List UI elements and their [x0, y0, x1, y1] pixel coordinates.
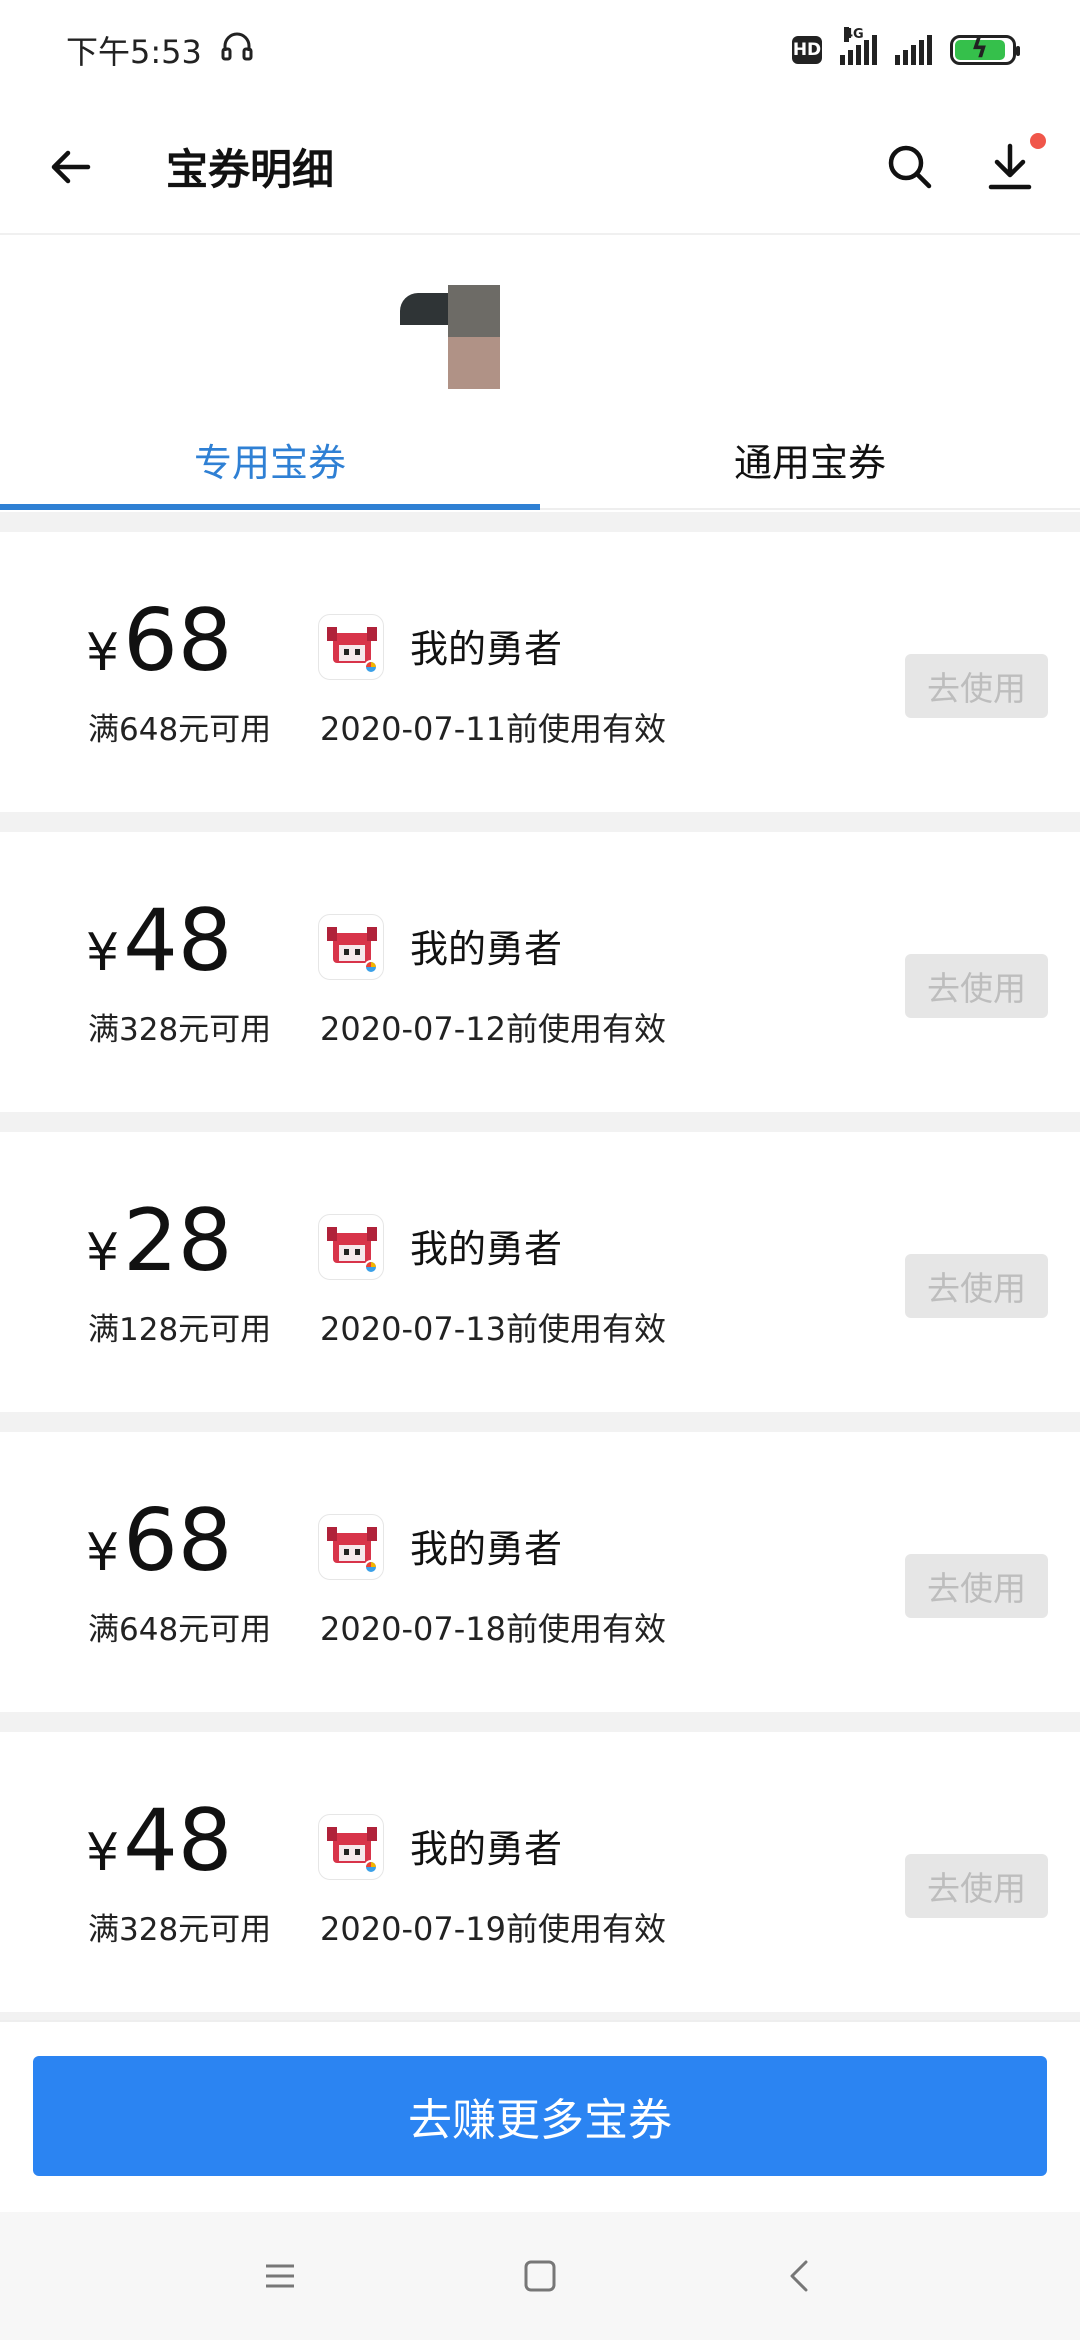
- game-app-icon: [318, 1214, 384, 1280]
- game-name: 我的勇者: [410, 1527, 563, 1571]
- currency-symbol: ¥: [86, 1823, 120, 1883]
- currency-symbol: ¥: [86, 923, 120, 983]
- amount-value: 48: [123, 1791, 233, 1891]
- coupon-card: ¥ 48 满328元可用 我的勇者 2020-07-12前使用有效 去使用: [0, 832, 1080, 1112]
- use-coupon-button[interactable]: 去使用: [905, 654, 1048, 718]
- user-avatar: [400, 285, 500, 390]
- nav-back-button[interactable]: [770, 2246, 830, 2306]
- game-name: 我的勇者: [410, 927, 563, 971]
- coupon-condition: 满648元可用: [88, 712, 272, 748]
- game-app-icon: [318, 1814, 384, 1880]
- coupon-tabs: 专用宝券 通用宝券: [0, 410, 1080, 510]
- coupon-validity: 2020-07-18前使用有效: [320, 1610, 666, 1648]
- bottom-action-area: 去赚更多宝券: [0, 2020, 1080, 2212]
- coupon-condition: 满648元可用: [88, 1612, 272, 1648]
- notification-dot: [1030, 132, 1046, 149]
- coupon-condition: 满328元可用: [88, 1012, 272, 1048]
- game-name: 我的勇者: [410, 627, 563, 671]
- status-bar: 下午5:53 HD 4G ϟ: [0, 0, 1080, 100]
- arrow-left-icon: [51, 150, 91, 183]
- game-app-icon: [318, 914, 384, 980]
- tab-dedicated-coupons[interactable]: 专用宝券: [0, 410, 540, 510]
- use-coupon-button[interactable]: 去使用: [905, 954, 1048, 1018]
- game-name: 我的勇者: [410, 1827, 563, 1871]
- status-left: 下午5:53: [66, 27, 254, 73]
- coupon-validity: 2020-07-19前使用有效: [320, 1910, 666, 1948]
- page-title: 宝券明细: [166, 145, 335, 194]
- use-coupon-button[interactable]: 去使用: [905, 1854, 1048, 1918]
- headphone-icon: [220, 29, 254, 71]
- use-coupon-button[interactable]: 去使用: [905, 1254, 1048, 1318]
- coupon-amount: ¥ 28: [86, 1198, 233, 1284]
- coupon-condition: 满328元可用: [88, 1912, 272, 1948]
- amount-value: 68: [123, 591, 233, 691]
- search-button[interactable]: [880, 137, 940, 197]
- tab-general-coupons[interactable]: 通用宝券: [540, 410, 1080, 508]
- coupon-amount: ¥ 48: [86, 1798, 233, 1884]
- amount-value: 68: [123, 1491, 233, 1591]
- signal-icon: [895, 35, 932, 65]
- amount-value: 28: [123, 1191, 233, 1291]
- hd-badge: HD: [792, 36, 822, 64]
- coupon-card: ¥ 68 满648元可用 我的勇者 2020-07-11前使用有效 去使用: [0, 532, 1080, 812]
- battery-icon: ϟ: [950, 34, 1020, 65]
- currency-symbol: ¥: [86, 1223, 120, 1283]
- currency-symbol: ¥: [86, 623, 120, 683]
- coupon-card: ¥ 28 满128元可用 我的勇者 2020-07-13前使用有效 去使用: [0, 1132, 1080, 1412]
- nav-home-button[interactable]: [510, 2246, 570, 2306]
- coupon-validity: 2020-07-11前使用有效: [320, 710, 666, 748]
- nav-menu-button[interactable]: [250, 2246, 310, 2306]
- menu-icon: [266, 2264, 294, 2288]
- back-button[interactable]: [40, 137, 100, 197]
- search-icon: [888, 145, 932, 188]
- amount-value: 48: [123, 891, 233, 991]
- currency-symbol: ¥: [86, 1523, 120, 1583]
- coupon-list: ¥ 68 满648元可用 我的勇者 2020-07-11前使用有效 去使用 ¥ …: [0, 512, 1080, 2032]
- coupon-amount: ¥ 48: [86, 898, 233, 984]
- network-type-label: 4G: [844, 27, 864, 42]
- coupon-condition: 满128元可用: [88, 1312, 272, 1348]
- use-coupon-button[interactable]: 去使用: [905, 1554, 1048, 1618]
- game-app-icon: [318, 614, 384, 680]
- status-right: HD 4G ϟ: [792, 27, 1020, 65]
- app-header: 宝券明细: [0, 100, 1080, 235]
- charging-bolt-icon: ϟ: [971, 34, 989, 64]
- coupon-card: ¥ 48 满328元可用 我的勇者 2020-07-19前使用有效 去使用: [0, 1732, 1080, 2012]
- download-icon: [988, 143, 1032, 189]
- system-nav-bar: [0, 2212, 1080, 2340]
- game-name: 我的勇者: [410, 1227, 563, 1271]
- status-time: 下午5:53: [66, 33, 202, 71]
- coupon-validity: 2020-07-13前使用有效: [320, 1310, 666, 1348]
- game-app-icon: [318, 1514, 384, 1580]
- coupon-card: ¥ 68 满648元可用 我的勇者 2020-07-18前使用有效 去使用: [0, 1432, 1080, 1712]
- coupon-amount: ¥ 68: [86, 598, 233, 684]
- download-button[interactable]: [980, 132, 1046, 197]
- earn-more-coupons-button[interactable]: 去赚更多宝券: [33, 2056, 1047, 2176]
- coupon-validity: 2020-07-12前使用有效: [320, 1010, 666, 1048]
- signal-4g-icon: 4G: [840, 27, 877, 65]
- coupon-amount: ¥ 68: [86, 1498, 233, 1584]
- home-square-icon: [524, 2260, 556, 2292]
- chevron-left-icon: [790, 2260, 808, 2292]
